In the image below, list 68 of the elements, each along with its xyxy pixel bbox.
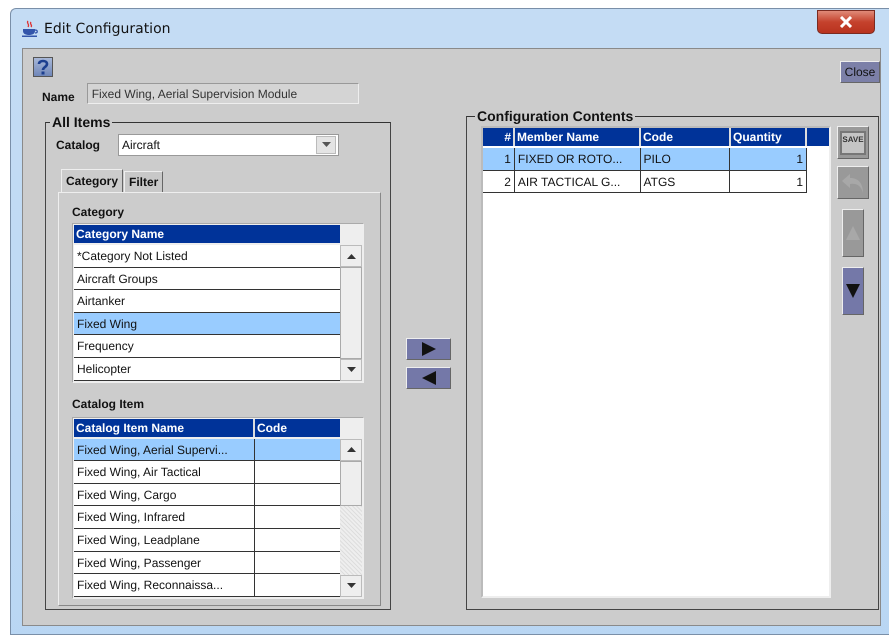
up-arrow-icon	[346, 447, 356, 452]
catalog-dropdown[interactable]: Aircraft	[118, 134, 340, 156]
table-row[interactable]: Fixed Wing, Cargo	[74, 484, 340, 506]
table-cell: ATGS	[640, 170, 730, 192]
catalog-item-label: Catalog Item	[72, 396, 146, 413]
column-header: Member Name	[515, 128, 641, 146]
table-cell: Fixed Wing, Cargo	[74, 484, 255, 506]
table-row[interactable]: Fixed Wing	[74, 312, 340, 336]
table-row[interactable]: 1 FIXED OR ROTO... PILO 1	[483, 148, 807, 171]
table-cell-text: 1	[795, 151, 804, 168]
table-row[interactable]: Fixed Wing, Air Tactical	[74, 461, 340, 484]
move-down-button[interactable]	[842, 267, 864, 315]
column-header: Category Name	[74, 225, 340, 243]
table-row[interactable]: Fixed Wing, Leadplane	[74, 528, 340, 552]
close-window-button[interactable]	[817, 10, 875, 34]
table-cell: Fixed Wing, Aerial Supervi...	[74, 438, 255, 460]
table-row[interactable]: *Category Not Listed	[74, 245, 340, 268]
table-cell: Fixed Wing, Passenger	[74, 552, 255, 574]
table-cell: Fixed Wing, Air Tactical	[74, 461, 255, 483]
tab[interactable]: Filter	[124, 171, 164, 192]
table-row[interactable]: Fixed Wing, Reconnaissa...	[74, 574, 340, 597]
name-label: Name	[42, 90, 75, 104]
table-cell: Fixed Wing, Reconnaissa...	[74, 574, 255, 596]
table-cell: 1	[483, 148, 515, 170]
scrollbar[interactable]	[340, 438, 362, 597]
close-button[interactable]: Close	[840, 61, 880, 83]
table-row[interactable]: Airtanker	[74, 290, 340, 313]
table-row[interactable]: 2 AIR TACTICAL G... ATGS 1	[483, 170, 807, 194]
table-row[interactable]: Aircraft Groups	[74, 268, 340, 290]
table-cell: AIR TACTICAL G...	[514, 170, 641, 192]
down-triangle-icon	[846, 284, 860, 298]
right-triangle-icon	[422, 342, 436, 356]
column-header: #	[483, 128, 515, 146]
table-cell: Fixed Wing, Infrared	[74, 506, 255, 528]
coffee-cup-icon	[21, 20, 39, 38]
catalog-label: Catalog	[56, 138, 100, 152]
tab[interactable]: Category	[61, 169, 124, 192]
question-mark-icon	[36, 59, 50, 75]
table-row[interactable]: Fixed Wing, Aerial Supervi...	[74, 438, 340, 462]
header-filler	[807, 128, 829, 146]
column-header: Code	[255, 418, 340, 437]
table-row[interactable]: Fixed Wing, Infrared	[74, 506, 340, 529]
close-icon	[839, 16, 853, 28]
table-cell: FIXED OR ROTO...	[514, 148, 641, 170]
table-cell: PILO	[640, 148, 730, 170]
column-header: Code	[641, 128, 731, 146]
all-items-heading: All Items	[51, 114, 112, 130]
name-field[interactable]: Fixed Wing, Aerial Supervision Module	[86, 83, 359, 104]
configuration-contents-heading: Configuration Contents	[476, 108, 634, 124]
table-cell: Fixed Wing, Leadplane	[74, 528, 255, 551]
table-cell: 2	[483, 170, 515, 192]
category-label: Category	[72, 205, 126, 221]
table-row[interactable]: Frequency	[74, 335, 340, 358]
column-header: Catalog Item Name	[74, 418, 255, 437]
caret-icon	[322, 142, 331, 147]
down-arrow-icon	[346, 367, 356, 372]
help-button[interactable]	[33, 57, 53, 77]
table-row[interactable]: Helicopter	[74, 358, 340, 381]
table-cell-text: 1	[795, 174, 804, 191]
down-arrow-icon	[346, 583, 356, 588]
up-arrow-icon	[346, 254, 356, 258]
table-row[interactable]: Fixed Wing, Passenger	[74, 552, 340, 574]
remove-button[interactable]	[406, 367, 451, 389]
left-triangle-icon	[422, 371, 436, 385]
window-title: Edit Configuration	[44, 20, 171, 36]
add-button[interactable]	[406, 338, 451, 360]
column-header: Quantity	[731, 128, 807, 146]
scrollbar[interactable]	[340, 245, 362, 381]
